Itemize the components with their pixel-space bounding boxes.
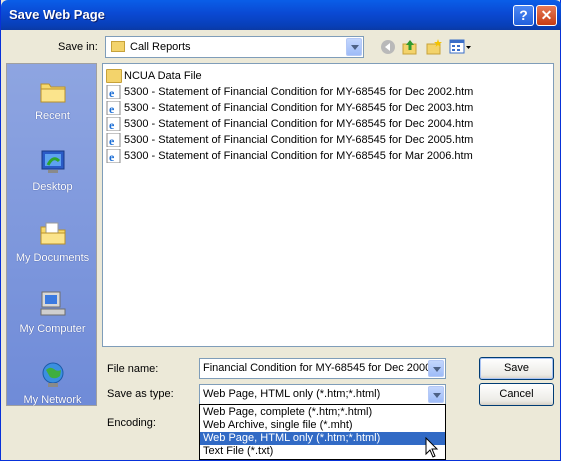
- dropdown-option[interactable]: Web Page, complete (*.htm;*.html): [200, 406, 445, 419]
- up-folder-icon[interactable]: [401, 38, 419, 56]
- places-item-recent[interactable]: Recent: [7, 68, 98, 138]
- save-web-page-dialog: Save Web Page ? ✕ Save in: Call Reports: [0, 0, 561, 461]
- places-label: Desktop: [32, 181, 73, 193]
- places-label: Recent: [35, 110, 70, 122]
- my-network-icon: [42, 362, 64, 387]
- svg-text:e: e: [109, 150, 115, 163]
- folder-icon: [106, 69, 122, 84]
- places-bar: Recent Desktop My Documents My Computer …: [6, 63, 97, 406]
- save-as-type-dropdown: Web Page, complete (*.htm;*.html) Web Ar…: [199, 404, 446, 460]
- file-list[interactable]: NCUA Data File e 5300 - Statement of Fina…: [102, 63, 554, 347]
- places-item-my-network[interactable]: My Network: [7, 352, 98, 422]
- my-documents-icon: [40, 222, 66, 245]
- file-name-label: File name:: [107, 363, 159, 375]
- places-label: My Computer: [19, 323, 86, 335]
- ie-document-icon: e: [106, 101, 121, 116]
- file-name-field[interactable]: Financial Condition for MY-68545 for Dec…: [199, 358, 446, 379]
- chevron-down-icon[interactable]: [428, 360, 444, 377]
- list-item[interactable]: e 5300 - Statement of Financial Condition…: [106, 84, 473, 100]
- places-item-my-documents[interactable]: My Documents: [7, 210, 98, 280]
- cancel-button[interactable]: Cancel: [479, 383, 554, 406]
- dropdown-option-selected[interactable]: Web Page, HTML only (*.htm;*.html): [200, 432, 445, 445]
- my-computer-icon: [40, 291, 66, 316]
- dropdown-option[interactable]: Text File (*.txt): [200, 445, 445, 458]
- file-name-value: Financial Condition for MY-68545 for Dec…: [203, 362, 428, 374]
- views-menu-icon[interactable]: [449, 38, 473, 56]
- places-item-desktop[interactable]: Desktop: [7, 139, 98, 209]
- svg-text:e: e: [109, 118, 115, 131]
- list-item[interactable]: e 5300 - Statement of Financial Condition…: [106, 132, 473, 148]
- close-button[interactable]: ✕: [536, 5, 557, 26]
- help-button[interactable]: ?: [513, 5, 534, 26]
- save-as-type-label: Save as type:: [107, 388, 174, 400]
- chevron-down-icon[interactable]: [346, 38, 362, 56]
- places-label: My Network: [23, 394, 82, 406]
- svg-text:e: e: [109, 102, 115, 115]
- window-title: Save Web Page: [9, 7, 105, 22]
- svg-text:e: e: [109, 86, 115, 99]
- save-in-label: Save in:: [58, 41, 98, 53]
- folder-icon: [111, 41, 125, 52]
- svg-text:e: e: [109, 134, 115, 147]
- save-button[interactable]: Save: [479, 357, 554, 380]
- save-in-combo[interactable]: Call Reports: [105, 36, 364, 58]
- desktop-icon: [41, 150, 65, 173]
- list-item[interactable]: e 5300 - Statement of Financial Condition…: [106, 116, 473, 132]
- chevron-down-icon[interactable]: [428, 386, 444, 403]
- save-as-type-select[interactable]: Web Page, HTML only (*.htm;*.html): [199, 384, 446, 405]
- ie-document-icon: e: [106, 85, 121, 100]
- ie-document-icon: e: [106, 149, 121, 164]
- list-item[interactable]: NCUA Data File: [106, 68, 202, 84]
- places-item-my-computer[interactable]: My Computer: [7, 281, 98, 351]
- save-in-value: Call Reports: [130, 41, 191, 53]
- title-bar: Save Web Page ? ✕: [1, 0, 561, 30]
- mouse-pointer-icon: [425, 437, 439, 458]
- places-label: My Documents: [15, 252, 90, 264]
- save-as-type-value: Web Page, HTML only (*.htm;*.html): [203, 388, 381, 400]
- encoding-label: Encoding:: [107, 417, 156, 429]
- ie-document-icon: e: [106, 117, 121, 132]
- new-folder-icon[interactable]: [425, 38, 443, 56]
- back-icon[interactable]: [379, 38, 397, 56]
- list-item[interactable]: e 5300 - Statement of Financial Condition…: [106, 100, 473, 116]
- recent-folder-icon: [40, 83, 66, 103]
- list-item[interactable]: e 5300 - Statement of Financial Condition…: [106, 148, 473, 164]
- ie-document-icon: e: [106, 133, 121, 148]
- dropdown-option[interactable]: Web Archive, single file (*.mht): [200, 419, 445, 432]
